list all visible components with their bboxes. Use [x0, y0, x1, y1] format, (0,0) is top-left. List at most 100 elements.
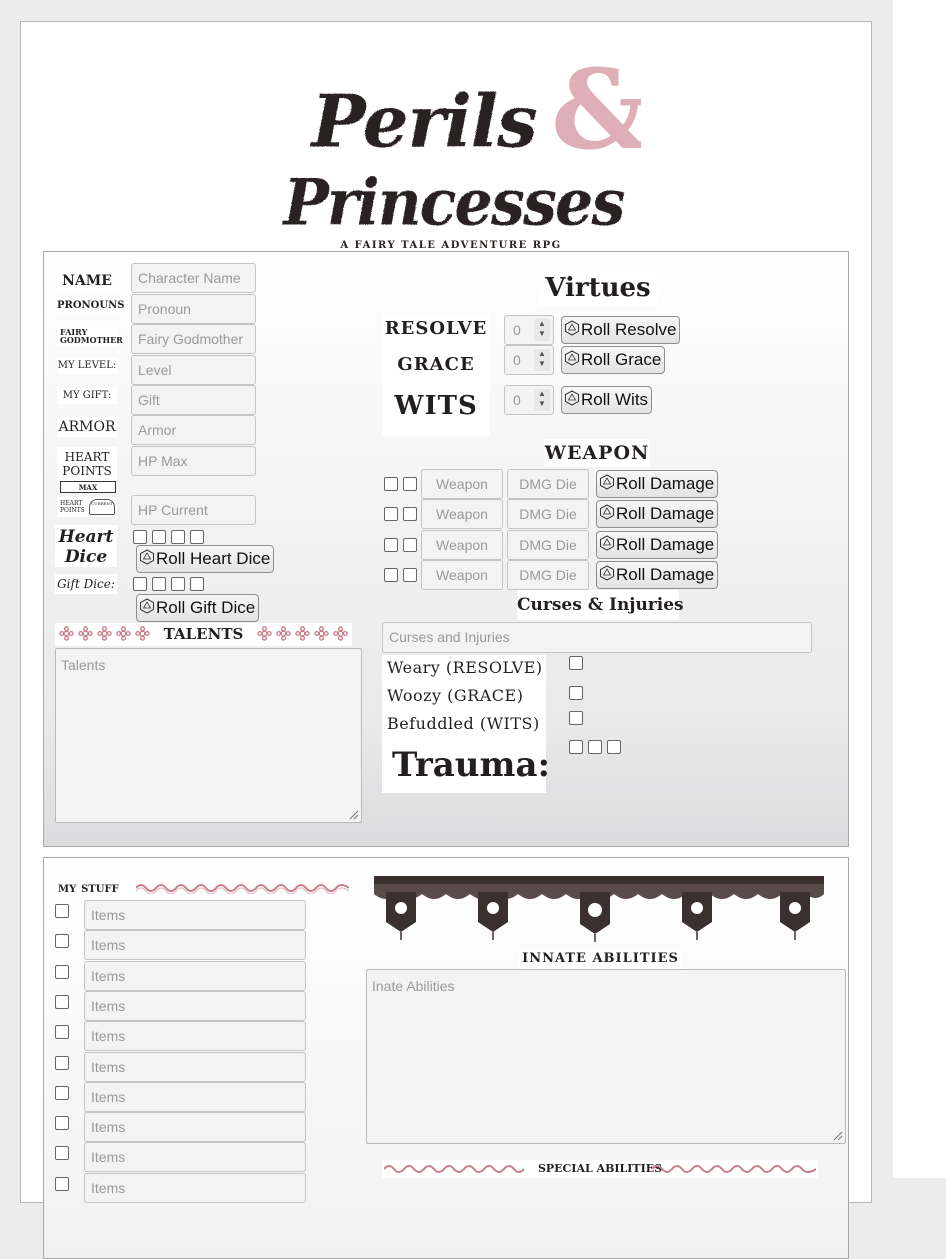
inventory-panel: my stuff Items Items Items Items Items Items I…: [43, 857, 849, 1259]
hp-current-input[interactable]: HP Current: [131, 495, 256, 525]
d20-icon: [600, 565, 614, 581]
roll-damage-button[interactable]: Roll Damage: [596, 470, 719, 498]
item-input[interactable]: Items: [84, 1051, 306, 1082]
weapon-checkbox[interactable]: [403, 568, 417, 582]
item-checkbox[interactable]: [55, 904, 69, 918]
weapon-input[interactable]: Weapon: [421, 530, 503, 560]
innate-abilities-textarea[interactable]: Inate Abilities: [366, 969, 846, 1144]
item-checkbox[interactable]: [55, 1146, 69, 1161]
gift-input[interactable]: Gift: [131, 385, 256, 415]
roll-damage-label: Roll Damage: [616, 474, 715, 493]
item-checkbox[interactable]: [55, 1025, 69, 1040]
spinner-arrows-icon[interactable]: ▲ ▼: [534, 319, 550, 341]
woozy-checkbox[interactable]: [569, 686, 583, 700]
hp-max-input[interactable]: HP Max: [131, 446, 256, 476]
item-input[interactable]: Items: [84, 1142, 306, 1173]
item-input[interactable]: Items: [84, 960, 306, 991]
roll-damage-button[interactable]: Roll Damage: [596, 500, 719, 528]
resize-grip-icon[interactable]: [831, 1129, 843, 1141]
logo-ampersand: &: [551, 56, 641, 174]
roll-grace-button[interactable]: Roll Grace: [561, 346, 666, 374]
heart-die-checkbox-4[interactable]: [190, 530, 204, 544]
resize-grip-icon[interactable]: [347, 808, 359, 820]
dmg-die-input[interactable]: DMG Die: [507, 560, 589, 590]
weapon-checkbox[interactable]: [384, 538, 398, 552]
talents-placeholder: Talents: [61, 657, 106, 673]
dmg-die-input[interactable]: DMG Die: [507, 469, 589, 499]
my-stuff-label: my stuff: [58, 880, 119, 896]
item-checkbox[interactable]: [55, 964, 69, 979]
roll-gift-dice-button[interactable]: Roll Gift Dice: [136, 594, 260, 622]
trauma-checkbox-1[interactable]: [569, 740, 583, 754]
resolve-label: RESOLVE: [384, 318, 488, 339]
item-input[interactable]: Items: [84, 1021, 306, 1052]
weapon-input[interactable]: Weapon: [421, 469, 503, 499]
resolve-number-input[interactable]: 0 ▲ ▼: [504, 315, 554, 345]
roll-damage-button[interactable]: Roll Damage: [596, 561, 719, 589]
talents-textarea[interactable]: Talents: [55, 648, 362, 823]
item-checkbox[interactable]: [55, 934, 69, 949]
item-checkbox[interactable]: [55, 1055, 69, 1070]
heart-die-checkbox-1[interactable]: [133, 530, 147, 544]
befuddled-checkbox[interactable]: [569, 711, 583, 725]
curses-injuries-input[interactable]: Curses and Injuries: [382, 622, 812, 653]
item-input[interactable]: Items: [84, 1081, 306, 1112]
character-name-input[interactable]: Character Name: [131, 263, 256, 293]
fairy-godmother-input[interactable]: Fairy Godmother: [131, 324, 256, 354]
item-input[interactable]: Items: [84, 930, 306, 961]
page-margin: [893, 0, 946, 1178]
trauma-checkbox-2[interactable]: [588, 740, 602, 754]
item-input[interactable]: Items: [84, 990, 306, 1021]
trauma-checkbox-3[interactable]: [607, 740, 621, 754]
roll-grace-label: Roll Grace: [581, 350, 662, 369]
item-input[interactable]: Items: [84, 900, 306, 930]
item-checkbox[interactable]: [55, 1176, 69, 1191]
grace-number-input[interactable]: 0 ▲ ▼: [504, 345, 554, 375]
roll-resolve-button[interactable]: Roll Resolve: [561, 316, 681, 344]
item-input[interactable]: Items: [84, 1112, 306, 1143]
spinner-arrows-icon[interactable]: ▲ ▼: [534, 349, 550, 371]
armor-input[interactable]: Armor: [131, 415, 256, 445]
weapon-input[interactable]: Weapon: [421, 499, 503, 529]
roll-wits-label: Roll Wits: [581, 390, 649, 409]
wits-number-input[interactable]: 0 ▲ ▼: [504, 385, 554, 415]
heart-dice-label-line2: Dice: [64, 547, 108, 567]
virtues-heading: Virtues: [538, 270, 658, 306]
roll-heart-dice-button[interactable]: Roll Heart Dice: [136, 545, 275, 573]
roll-damage-label: Roll Damage: [616, 535, 715, 554]
weapon-checkbox[interactable]: [403, 477, 417, 491]
weary-label: Weary (RESOLVE): [387, 658, 543, 677]
weapon-checkbox[interactable]: [403, 507, 417, 521]
item-checkbox[interactable]: [55, 1116, 69, 1131]
dmg-die-input[interactable]: DMG Die: [507, 530, 589, 560]
level-input[interactable]: Level: [131, 355, 256, 385]
scroll-ornament-icon: [652, 1165, 816, 1173]
scroll-ornament-icon: [384, 1165, 524, 1173]
dmg-die-input[interactable]: DMG Die: [507, 499, 589, 529]
heart-die-checkbox-2[interactable]: [152, 530, 166, 544]
roll-damage-button[interactable]: Roll Damage: [596, 531, 719, 559]
weapon-checkbox[interactable]: [384, 507, 398, 521]
roll-wits-button[interactable]: Roll Wits: [561, 386, 653, 414]
spinner-arrows-icon[interactable]: ▲ ▼: [534, 389, 550, 411]
gift-die-checkbox-2[interactable]: [152, 577, 166, 591]
gift-die-checkbox-3[interactable]: [171, 577, 185, 591]
item-checkbox[interactable]: [55, 1085, 69, 1100]
weapon-checkbox[interactable]: [403, 538, 417, 552]
item-checkbox[interactable]: [55, 994, 69, 1009]
wits-label: WITS: [394, 391, 478, 421]
talents-header: TALENTS: [55, 623, 352, 646]
heart-die-checkbox-3[interactable]: [171, 530, 185, 544]
weary-checkbox[interactable]: [569, 656, 583, 670]
gift-die-checkbox-1[interactable]: [133, 577, 147, 591]
roll-damage-label: Roll Damage: [616, 565, 715, 584]
weapon-input[interactable]: Weapon: [421, 560, 503, 590]
weapon-checkbox[interactable]: [384, 477, 398, 491]
pronoun-input[interactable]: Pronoun: [131, 294, 256, 324]
wits-value: 0: [513, 392, 521, 408]
lace-border-icon: [374, 876, 824, 942]
weapon-checkbox[interactable]: [384, 568, 398, 582]
trauma-label: Trauma:: [392, 745, 551, 785]
item-input[interactable]: Items: [84, 1172, 306, 1203]
gift-die-checkbox-4[interactable]: [190, 577, 204, 591]
